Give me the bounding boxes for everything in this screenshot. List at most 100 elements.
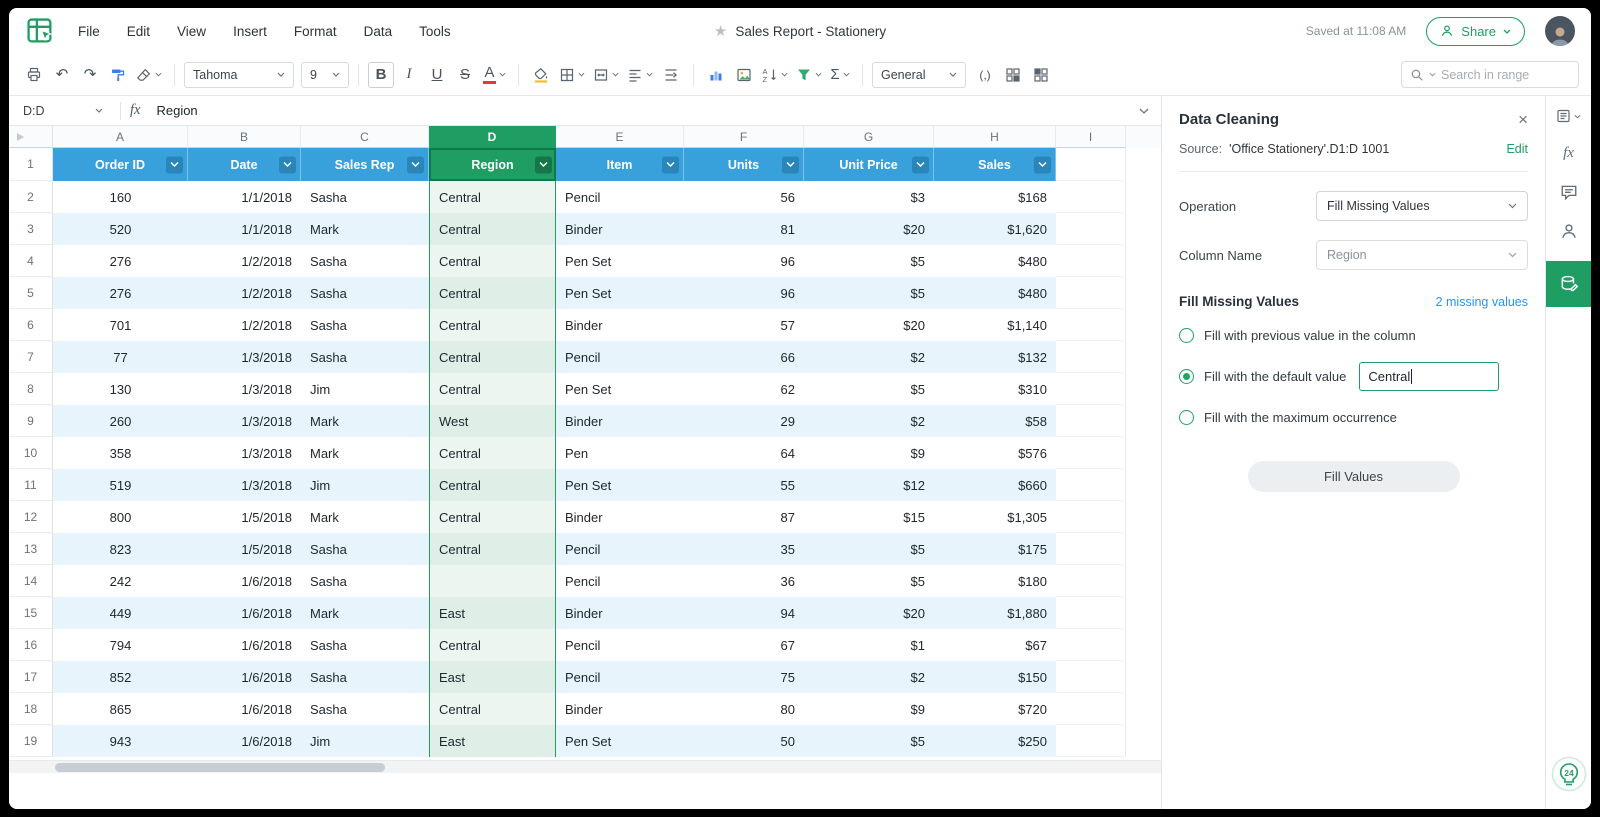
cell[interactable]: Pen Set: [556, 373, 684, 405]
cell[interactable]: 29: [684, 405, 804, 437]
cell[interactable]: Central: [429, 245, 556, 277]
fx-icon[interactable]: fx: [130, 102, 140, 119]
menu-tools[interactable]: Tools: [419, 24, 451, 39]
font-size-select[interactable]: 9: [301, 62, 349, 88]
cell[interactable]: 943: [53, 725, 188, 757]
user-avatar[interactable]: [1545, 16, 1575, 46]
collapse-formula-bar-icon[interactable]: [1139, 108, 1149, 114]
filter-dropdown-button[interactable]: [912, 156, 929, 173]
font-family-select[interactable]: Tahoma: [184, 62, 294, 88]
cell[interactable]: Pencil: [556, 341, 684, 373]
column-header-A[interactable]: A: [53, 126, 188, 148]
cell[interactable]: 519: [53, 469, 188, 501]
cell[interactable]: [1056, 725, 1126, 757]
row-header-13[interactable]: 13: [9, 533, 53, 565]
cell[interactable]: Sasha: [301, 629, 429, 661]
cell[interactable]: 1/3/2018: [188, 469, 301, 501]
cell[interactable]: $1: [804, 629, 934, 661]
cell[interactable]: 1/5/2018: [188, 533, 301, 565]
align-button[interactable]: [624, 62, 656, 88]
cell[interactable]: [1056, 661, 1126, 693]
cell[interactable]: 260: [53, 405, 188, 437]
cell[interactable]: Sasha: [301, 693, 429, 725]
cell[interactable]: $15: [804, 501, 934, 533]
row-header-8[interactable]: 8: [9, 373, 53, 405]
cell[interactable]: Sasha: [301, 661, 429, 693]
cell[interactable]: $1,305: [934, 501, 1056, 533]
cell[interactable]: Sasha: [301, 245, 429, 277]
app-logo-icon[interactable]: [27, 18, 54, 45]
row-header-6[interactable]: 6: [9, 309, 53, 341]
cell[interactable]: $5: [804, 373, 934, 405]
cell[interactable]: [1056, 277, 1126, 309]
cell[interactable]: Central: [429, 437, 556, 469]
filter-dropdown-button[interactable]: [1034, 156, 1051, 173]
cell[interactable]: Central: [429, 693, 556, 725]
menu-view[interactable]: View: [177, 24, 206, 39]
row-header-17[interactable]: 17: [9, 661, 53, 693]
cell[interactable]: Pencil: [556, 565, 684, 597]
cell[interactable]: Central: [429, 309, 556, 341]
cell[interactable]: East: [429, 661, 556, 693]
cell[interactable]: $720: [934, 693, 1056, 725]
cell[interactable]: 56: [684, 181, 804, 213]
cell[interactable]: 1/6/2018: [188, 725, 301, 757]
cell[interactable]: $180: [934, 565, 1056, 597]
cell[interactable]: [1056, 469, 1126, 501]
cell[interactable]: Jim: [301, 725, 429, 757]
cell[interactable]: East: [429, 725, 556, 757]
cell[interactable]: Binder: [556, 309, 684, 341]
row-header-3[interactable]: 3: [9, 213, 53, 245]
menu-format[interactable]: Format: [294, 24, 337, 39]
cell[interactable]: Central: [429, 341, 556, 373]
cell[interactable]: 449: [53, 597, 188, 629]
cell[interactable]: Central: [429, 277, 556, 309]
cell[interactable]: Pen Set: [556, 725, 684, 757]
column-header-H[interactable]: H: [934, 126, 1056, 148]
cell[interactable]: 1/2/2018: [188, 245, 301, 277]
cell[interactable]: Sasha: [301, 533, 429, 565]
cell[interactable]: $576: [934, 437, 1056, 469]
format-painter-button[interactable]: [105, 62, 131, 88]
cell[interactable]: [1056, 373, 1126, 405]
column-header-G[interactable]: G: [804, 126, 934, 148]
header-cell-unit-price[interactable]: Unit Price: [804, 148, 934, 181]
filter-dropdown-button[interactable]: [782, 156, 799, 173]
cell[interactable]: Sasha: [301, 309, 429, 341]
cell[interactable]: $310: [934, 373, 1056, 405]
cell[interactable]: [1056, 597, 1126, 629]
cell[interactable]: Pencil: [556, 533, 684, 565]
fill-values-button[interactable]: Fill Values: [1248, 461, 1460, 492]
row-header-9[interactable]: 9: [9, 405, 53, 437]
filter-dropdown-button[interactable]: [407, 156, 424, 173]
cell[interactable]: $660: [934, 469, 1056, 501]
italic-button[interactable]: I: [396, 62, 422, 88]
cell[interactable]: $5: [804, 277, 934, 309]
cell[interactable]: [1056, 693, 1126, 725]
cell[interactable]: 1/6/2018: [188, 661, 301, 693]
cell[interactable]: 1/2/2018: [188, 277, 301, 309]
fill-previous-radio[interactable]: [1179, 328, 1194, 343]
comma-format-button[interactable]: (,): [972, 62, 998, 88]
operation-select[interactable]: Fill Missing Values: [1316, 191, 1528, 221]
cell[interactable]: 75: [684, 661, 804, 693]
cell[interactable]: 1/2/2018: [188, 309, 301, 341]
cell[interactable]: Sasha: [301, 565, 429, 597]
cell[interactable]: $3: [804, 181, 934, 213]
cell[interactable]: Sasha: [301, 277, 429, 309]
cell[interactable]: $168: [934, 181, 1056, 213]
cell[interactable]: 1/6/2018: [188, 597, 301, 629]
chevron-down-icon[interactable]: [1429, 72, 1436, 77]
cell[interactable]: Central: [429, 533, 556, 565]
cell[interactable]: $250: [934, 725, 1056, 757]
cell[interactable]: [1056, 501, 1126, 533]
fill-max-occurrence-radio[interactable]: [1179, 410, 1194, 425]
row-header-16[interactable]: 16: [9, 629, 53, 661]
cell[interactable]: Central: [429, 629, 556, 661]
cell[interactable]: Pencil: [556, 629, 684, 661]
cell[interactable]: $1,620: [934, 213, 1056, 245]
cell[interactable]: [1056, 148, 1126, 181]
cell[interactable]: 1/6/2018: [188, 565, 301, 597]
fill-max-occurrence-option[interactable]: Fill with the maximum occurrence: [1179, 410, 1528, 425]
cell[interactable]: 1/3/2018: [188, 437, 301, 469]
